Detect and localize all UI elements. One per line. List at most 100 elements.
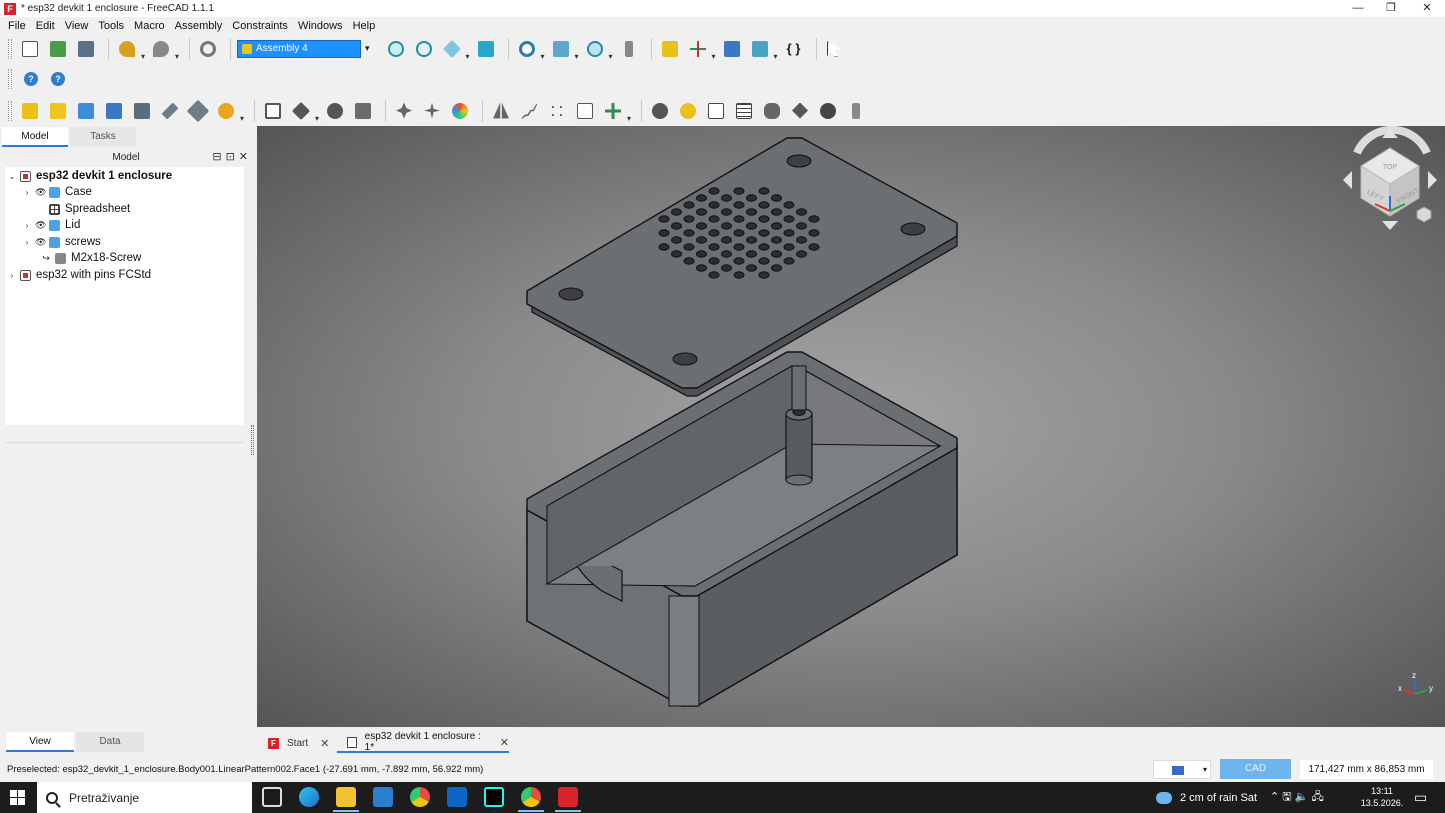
menu-file[interactable]: File (3, 20, 31, 32)
vent-hole[interactable] (683, 201, 695, 209)
vent-hole[interactable] (733, 215, 745, 223)
bom-button[interactable] (732, 99, 756, 123)
edge-browser-icon[interactable] (299, 787, 319, 807)
vent-hole[interactable] (671, 222, 682, 230)
check-interference-button[interactable] (760, 99, 784, 123)
fit-all-button[interactable] (384, 37, 408, 61)
vent-hole[interactable] (696, 264, 707, 272)
vent-hole[interactable] (683, 215, 695, 223)
vent-hole[interactable] (683, 257, 695, 265)
menu-tools[interactable]: Tools (93, 20, 129, 32)
new-group-button[interactable] (102, 99, 126, 123)
navcube-menu-icon[interactable] (1416, 206, 1432, 223)
help-info-button[interactable] (844, 99, 868, 123)
collapsed-arrow-icon[interactable]: › (23, 238, 31, 247)
3d-viewport[interactable]: TOP LEFT FRONT z x y (257, 126, 1445, 727)
vent-hole[interactable] (796, 236, 807, 244)
datum-button[interactable]: ▾ (686, 37, 716, 61)
tree-view-button[interactable] (617, 37, 641, 61)
vent-hole[interactable] (783, 201, 795, 209)
system-tray-icons[interactable]: ⌃ 🖫 🔈 🖧 (1270, 782, 1324, 813)
task-view-icon[interactable] (262, 787, 282, 807)
tree-item-document[interactable]: ⌄ esp32 devkit 1 enclosure (8, 168, 173, 184)
vent-hole[interactable] (696, 194, 707, 202)
toolbar-grip[interactable] (8, 68, 12, 89)
visibility-eye-icon[interactable]: 👁 (35, 237, 46, 248)
chrome-profile-icon[interactable] (518, 787, 544, 812)
menu-macro[interactable]: Macro (129, 20, 170, 32)
vent-hole[interactable] (758, 215, 770, 223)
vent-hole[interactable] (771, 250, 782, 258)
collapse-icon[interactable]: ⊟ (212, 150, 221, 163)
vent-hole[interactable] (746, 236, 757, 244)
undo-button[interactable]: ▾ (115, 37, 145, 61)
menu-help[interactable]: Help (348, 20, 381, 32)
collapsed-arrow-icon[interactable]: › (23, 188, 31, 197)
windows-start-icon[interactable] (10, 790, 25, 805)
measure-button[interactable]: ▾ (583, 37, 613, 61)
refresh-button[interactable] (196, 37, 220, 61)
insert-link-button[interactable] (130, 99, 154, 123)
insert-lcs-button[interactable]: ▾ (214, 99, 244, 123)
open-folder-button[interactable] (720, 37, 744, 61)
toolbar-grip[interactable] (8, 100, 12, 121)
rotate-down-arrow-icon[interactable] (1382, 221, 1398, 230)
vent-hole[interactable] (658, 229, 670, 237)
menu-assembly[interactable]: Assembly (170, 20, 228, 32)
close-tab-icon[interactable]: ✕ (500, 736, 509, 749)
close-tab-icon[interactable]: ✕ (320, 737, 329, 750)
vent-hole[interactable] (671, 208, 682, 216)
chevron-down-icon[interactable]: ▾ (365, 43, 370, 54)
vent-hole[interactable] (658, 215, 670, 223)
vent-hole[interactable] (758, 243, 770, 251)
vent-hole[interactable] (746, 208, 757, 216)
file-explorer-icon[interactable] (333, 787, 359, 812)
vent-hole[interactable] (708, 243, 720, 251)
expression-array-button[interactable] (573, 99, 597, 123)
collapsed-arrow-icon[interactable]: › (23, 221, 31, 230)
tab-data[interactable]: Data (76, 732, 144, 752)
vent-hole[interactable] (746, 222, 757, 230)
notification-icon[interactable]: ▭ (1414, 782, 1427, 813)
explode-button[interactable] (420, 99, 444, 123)
vent-hole[interactable] (696, 236, 707, 244)
vent-hole[interactable] (796, 208, 807, 216)
weather-widget[interactable]: 2 cm of rain Sat (1156, 782, 1257, 813)
panel-splitter-handle[interactable] (251, 425, 254, 455)
workbench-selector[interactable]: Assembly 4 (237, 39, 361, 58)
vent-hole[interactable] (733, 229, 745, 237)
tab-tasks[interactable]: Tasks (70, 127, 136, 147)
vent-hole[interactable] (746, 250, 757, 258)
new-model-button[interactable] (18, 99, 42, 123)
navigation-cube[interactable]: TOP LEFT FRONT (1343, 126, 1437, 230)
vent-hole[interactable] (721, 264, 732, 272)
tab-start[interactable]: F Start ✕ (268, 733, 329, 753)
release-button[interactable]: ▾ (289, 99, 319, 123)
fit-selection-button[interactable] (412, 37, 436, 61)
vent-hole[interactable] (708, 201, 720, 209)
variables-button[interactable] (448, 99, 472, 123)
macro-button[interactable]: { } (782, 37, 806, 61)
vent-hole[interactable] (721, 250, 732, 258)
vent-hole[interactable] (658, 243, 670, 251)
vent-hole[interactable] (733, 271, 745, 279)
vent-hole[interactable] (683, 243, 695, 251)
rotate-left-arrow-icon[interactable] (1343, 171, 1352, 189)
show-all-button[interactable] (816, 99, 840, 123)
insert-nut-button[interactable] (186, 99, 210, 123)
close-button[interactable]: ✕ (1409, 0, 1445, 17)
vent-hole[interactable] (771, 194, 782, 202)
vent-hole[interactable] (708, 215, 720, 223)
new-document-button[interactable] (18, 37, 42, 61)
vent-hole[interactable] (733, 243, 745, 251)
freecad-taskbar-icon[interactable] (555, 787, 581, 812)
vent-hole[interactable] (708, 257, 720, 265)
vent-hole[interactable] (808, 229, 820, 237)
float-panel-icon[interactable]: ⊡ (226, 150, 235, 163)
store-icon[interactable] (373, 787, 393, 807)
linkedin-icon[interactable] (447, 787, 467, 807)
case-model[interactable] (526, 351, 958, 708)
add-variable-button[interactable]: ▾ (601, 99, 631, 123)
vent-hole[interactable] (721, 208, 732, 216)
vent-hole[interactable] (733, 201, 745, 209)
